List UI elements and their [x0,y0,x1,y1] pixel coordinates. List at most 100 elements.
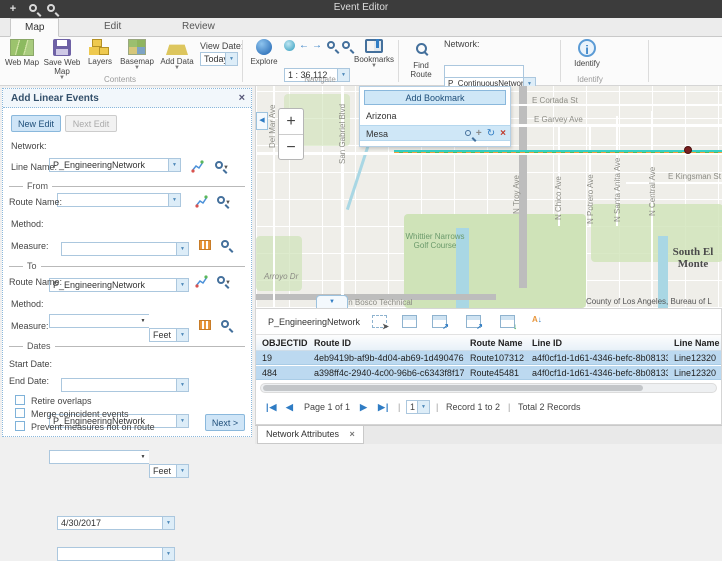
add-bookmark-button[interactable]: Add Bookmark [364,90,506,105]
explore-icon [256,39,272,55]
route-name-select-to[interactable] [61,378,189,392]
view-date-select[interactable]: Today [200,52,238,66]
measure-input-from[interactable] [49,314,149,328]
zoom-out-map-icon[interactable] [342,41,350,49]
bookmark-zoom-icon[interactable] [465,128,471,139]
show-table-icon[interactable] [402,315,417,328]
column-header[interactable]: Line Name [668,337,722,348]
tab-map[interactable]: Map [10,18,59,37]
next-extent-icon[interactable]: → [312,40,322,51]
page-number-select[interactable]: 1 [406,400,430,414]
retire-overlaps-checkbox[interactable] [15,395,25,405]
ruler-icon[interactable] [199,320,211,330]
network-attributes-tab[interactable]: Network Attributes × [257,426,364,444]
select-route-on-map-icon[interactable] [195,275,208,288]
app-title: Event Editor [0,2,722,13]
attribute-table-panel: P_EngineeringNetwork ➤ ↗ ↗ ↓ A↓ OBJECTID… [255,308,722,425]
web-map-icon [10,39,34,56]
street-label: N Chico Ave [554,176,563,220]
street-label: E Garvey Ave [534,115,583,124]
export-all-icon[interactable]: ↗ [466,315,481,328]
school-label: Don Bosco Technical [338,298,413,307]
column-header[interactable]: Route ID [308,337,464,348]
bookmark-delete-icon[interactable]: × [500,128,506,139]
explore-button[interactable]: Explore [248,39,280,66]
table-row[interactable]: 484 a398ff4c-2940-4c00-96b6-c6343f8f1711… [256,366,721,380]
column-header[interactable]: OBJECTID [256,337,308,348]
method-select-from[interactable]: P_EngineeringNetwork [49,278,189,292]
ruler-icon[interactable] [199,240,211,250]
close-tab-icon[interactable]: × [350,429,355,439]
sort-icon[interactable]: A↓ [532,315,547,328]
tab-edit[interactable]: Edit [90,18,135,37]
unit-select-to[interactable]: Feet [149,464,189,478]
column-header[interactable]: Route Name [464,337,526,348]
horizontal-scrollbar[interactable] [260,383,717,393]
select-records-icon[interactable]: ➤ [372,315,387,328]
merge-coincident-checkbox[interactable] [15,408,25,418]
unit-select-from[interactable]: Feet [149,328,189,342]
from-section-divider: From [9,181,245,191]
previous-page-button[interactable]: ◀ [286,402,293,413]
prevent-measures-checkbox[interactable] [15,421,25,431]
route-name-select-from[interactable] [61,242,189,256]
basemap-icon [128,39,146,55]
zoom-to-route-icon[interactable]: ▼ [217,276,231,287]
basemap-button[interactable]: Basemap ▼ [118,39,156,70]
zoom-to-route-icon[interactable]: ▼ [217,196,231,207]
map-zoom-out-button[interactable]: − [279,135,303,161]
scrollbar-thumb[interactable] [263,385,643,391]
street-label: E Kingsman St [668,172,721,181]
zoom-to-line-icon[interactable]: ▼ [215,161,229,172]
column-header[interactable]: Line ID [526,337,668,348]
find-route-button[interactable]: Find Route [404,41,438,79]
export-selected-icon[interactable]: ↗ [432,315,447,328]
bookmark-refresh-icon[interactable]: ↻ [487,128,495,139]
bookmark-item-arizona[interactable]: Arizona [360,108,510,124]
zoom-in-map-icon[interactable] [327,41,335,49]
bookmarks-button[interactable]: Bookmarks ▼ [354,39,394,68]
new-edit-button[interactable]: New Edit [11,115,61,132]
web-map-button[interactable]: Web Map [4,39,40,67]
map-zoom-in-button[interactable]: + [279,109,303,135]
zoom-to-measure-icon[interactable] [221,320,229,331]
tab-review[interactable]: Review [168,18,229,37]
map-zoom-control: + − [278,108,304,160]
street-label: E Cortada St [532,96,578,105]
zoom-to-measure-icon[interactable] [221,240,229,251]
to-section-divider: To [9,261,245,271]
full-extent-icon[interactable] [284,40,295,51]
chevron-down-icon[interactable] [225,53,237,65]
refresh-table-icon[interactable]: ↓ [500,315,515,328]
add-data-button[interactable]: Add Data ▼ [156,39,198,70]
bookmark-pan-icon[interactable]: + [476,128,482,139]
network-select[interactable]: P_EngineeringNetwork [49,158,181,172]
end-date-label: End Date: [9,376,49,386]
select-route-on-map-icon[interactable] [195,195,208,208]
last-page-button[interactable]: ▶ [378,402,388,413]
street-label: San Gabriel Blvd [338,104,347,164]
route-search-input[interactable] [444,65,524,78]
select-line-on-map-icon[interactable] [191,160,204,173]
find-route-icon [416,43,427,54]
next-edit-button[interactable]: Next Edit [65,115,117,132]
save-web-map-button[interactable]: Save Web Map ▼ [42,39,82,80]
close-icon[interactable]: × [239,92,245,104]
measure-input-to[interactable] [49,450,149,464]
layers-button[interactable]: Layers [84,39,116,66]
previous-extent-icon[interactable]: ← [299,40,309,51]
collapse-table-arrow[interactable]: ▼ [316,295,348,308]
next-page-button[interactable]: ▶ [360,402,367,413]
line-name-select[interactable] [57,193,181,207]
collapse-panel-arrow[interactable]: ◀ [256,112,268,130]
next-button[interactable]: Next > [205,414,245,431]
merge-coincident-label: Merge coincident events [31,409,129,419]
table-toolbar: P_EngineeringNetwork ➤ ↗ ↗ ↓ A↓ [256,309,721,335]
identify-button[interactable]: i Identify [570,39,604,68]
end-date-input[interactable] [57,547,175,561]
table-row[interactable]: 19 4eb9419b-af9b-4d04-ab69-1d490476802b … [256,351,721,365]
start-date-input[interactable]: 4/30/2017 [57,516,175,530]
first-page-button[interactable]: ◀ [266,402,276,413]
title-bar: + Event Editor [0,0,722,18]
bookmark-item-mesa[interactable]: Mesa + ↻ × [360,125,510,141]
